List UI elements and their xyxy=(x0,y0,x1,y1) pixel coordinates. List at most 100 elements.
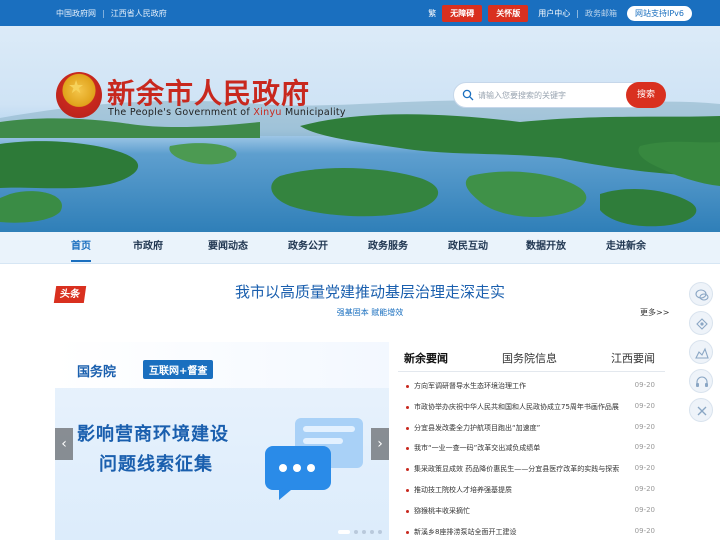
news-title[interactable]: 我市“一业一查一码”改革交出减负成绩单 xyxy=(414,443,626,453)
list-item[interactable]: 市政协举办庆祝中华人民共和国和人民政协成立75周年书画作品展 09-20 xyxy=(404,398,659,419)
nav-open-data[interactable]: 数据开放 xyxy=(518,232,574,264)
elder-mode-button[interactable]: 关怀版 xyxy=(488,4,529,22)
nav-city-gov[interactable]: 市政府 xyxy=(124,232,172,264)
site-subtitle: The People's Government of Xinyu Municip… xyxy=(108,107,346,118)
nav-about-xinyu[interactable]: 走进新余 xyxy=(598,232,654,264)
carousel-indicators xyxy=(338,530,382,534)
search-box[interactable]: 请输入您要搜索的关键字 搜索 xyxy=(453,82,666,108)
search-button[interactable]: 搜索 xyxy=(626,82,666,108)
gov-mail-link[interactable]: 政务邮箱 xyxy=(585,8,617,19)
subtitle-city: Xinyu xyxy=(253,107,282,118)
more-link[interactable]: 更多>> xyxy=(640,307,669,318)
wechat-button[interactable] xyxy=(689,282,713,306)
carousel-dot[interactable] xyxy=(354,530,358,534)
list-item[interactable]: 集采政策显成效 药品降价惠民生——分宜县医疗改革的实践与探索 09-20 xyxy=(404,460,659,481)
tab-xinyu-news[interactable]: 新余要闻 xyxy=(404,350,448,366)
service-button[interactable] xyxy=(689,369,713,393)
search-input[interactable]: 请输入您要搜索的关键字 xyxy=(478,90,566,101)
list-item[interactable]: 我市“一业一查一码”改革交出减负成绩单 09-20 xyxy=(404,439,659,460)
link-gov-cn[interactable]: 中国政府网 xyxy=(56,8,96,19)
news-title[interactable]: 推动技工院校人才培养强基提质 xyxy=(414,485,626,495)
news-title[interactable]: 集采政策显成效 药品降价惠民生——分宜县医疗改革的实践与探索 xyxy=(414,464,626,474)
traditional-chinese-toggle[interactable]: 繁 xyxy=(428,8,436,19)
link-jiangxi-gov[interactable]: 江西省人民政府 xyxy=(111,8,167,19)
list-item[interactable]: 猕猴桃丰收采摘忙 09-20 xyxy=(404,502,659,523)
slide-org: 国务院 xyxy=(77,365,117,380)
carousel-dot[interactable] xyxy=(338,530,350,534)
subtitle-prefix: The People's Government of xyxy=(108,107,254,118)
nav-home[interactable]: 首页 xyxy=(60,232,102,264)
bullet-icon xyxy=(406,509,409,513)
slide-title-line2: 问题线索征集 xyxy=(99,454,213,475)
news-date: 09-20 xyxy=(634,464,655,473)
tab-jiangxi-news[interactable]: 江西要闻 xyxy=(611,350,655,366)
subtitle-suffix: Municipality xyxy=(281,107,346,118)
nav-interaction[interactable]: 政民互动 xyxy=(440,232,496,264)
divider: | xyxy=(102,8,105,18)
bullet-icon xyxy=(406,468,409,472)
news-date: 09-20 xyxy=(634,443,655,452)
site-title[interactable]: 新余市人民政府 xyxy=(107,72,310,112)
landscape-image xyxy=(0,100,720,227)
bullet-icon xyxy=(406,385,409,388)
news-title[interactable]: 分宜县发改委全力护航项目跑出“加速度” xyxy=(414,423,626,433)
top-right-tools: 繁 无障碍 关怀版 用户中心 | 政务邮箱 网站支持IPv6 xyxy=(428,0,692,26)
carousel-dot[interactable] xyxy=(378,530,382,534)
nav-news[interactable]: 要闻动态 xyxy=(200,232,256,264)
headset-icon xyxy=(696,376,708,387)
app-button[interactable] xyxy=(689,340,713,364)
news-date: 09-20 xyxy=(634,484,655,493)
accessibility-button[interactable]: 无障碍 xyxy=(442,4,483,22)
weibo-icon xyxy=(696,318,708,330)
carousel-dot[interactable] xyxy=(370,530,374,534)
bullet-icon xyxy=(406,488,409,492)
news-date: 09-20 xyxy=(634,381,655,389)
app-icon xyxy=(695,347,709,359)
top-links: 中国政府网 | 江西省人民政府 xyxy=(56,0,167,26)
bullet-icon xyxy=(406,447,409,451)
nav-gov-services[interactable]: 政务服务 xyxy=(360,232,416,264)
national-emblem-icon: ★ xyxy=(56,72,102,118)
chat-bubble-icon xyxy=(265,418,363,500)
bullet-icon xyxy=(406,426,409,430)
carousel-dot[interactable] xyxy=(362,530,366,534)
top-bar: 中国政府网 | 江西省人民政府 繁 无障碍 关怀版 用户中心 | 政务邮箱 网站… xyxy=(0,0,720,26)
list-item[interactable]: 分宜县发改委全力护航项目跑出“加速度” 09-20 xyxy=(404,419,659,440)
carousel-prev-button[interactable]: ‹ xyxy=(55,428,73,460)
tab-state-council[interactable]: 国务院信息 xyxy=(502,350,557,366)
news-tabs: 新余要闻 国务院信息 江西要闻 xyxy=(398,342,665,372)
close-icon xyxy=(697,406,707,416)
headline-tag: 头条 xyxy=(53,286,87,303)
news-date: 09-20 xyxy=(634,422,655,431)
slide-tag: 互联网+督查 xyxy=(143,360,214,379)
slide-title-line1: 影响营商环境建设 xyxy=(77,424,229,445)
carousel-slide[interactable]: 国务院 互联网+督查 影响营商环境建设 问题线索征集 xyxy=(55,342,389,540)
news-title[interactable]: 方向军调研督导水生态环境治理工作 xyxy=(414,381,626,391)
user-center-link[interactable]: 用户中心 xyxy=(538,8,570,19)
headline-subtitle[interactable]: 强基固本 赋能增效 xyxy=(100,307,640,318)
list-item[interactable]: 新溪乡8座排涝泵站全面开工建设 09-20 xyxy=(404,523,659,540)
header-banner: ★ 新余市人民政府 The People's Government of Xin… xyxy=(0,26,720,232)
headline-title[interactable]: 我市以高质量党建推动基层治理走深走实 xyxy=(100,281,640,302)
ipv6-badge[interactable]: 网站支持IPv6 xyxy=(626,5,692,21)
news-title[interactable]: 新溪乡8座排涝泵站全面开工建设 xyxy=(414,527,626,537)
wechat-icon xyxy=(695,289,709,301)
list-item[interactable]: 推动技工院校人才培养强基提质 09-20 xyxy=(404,481,659,502)
news-date: 09-20 xyxy=(634,526,655,535)
news-title[interactable]: 市政协举办庆祝中华人民共和国和人民政协成立75周年书画作品展 xyxy=(414,402,626,412)
list-item[interactable]: 方向军调研督导水生态环境治理工作 09-20 xyxy=(404,377,659,398)
carousel-next-button[interactable]: › xyxy=(371,428,389,460)
weibo-button[interactable] xyxy=(689,311,713,335)
news-list: 方向军调研督导水生态环境治理工作 09-20 市政协举办庆祝中华人民共和国和人民政… xyxy=(404,377,659,540)
divider: | xyxy=(576,8,579,18)
news-date: 09-20 xyxy=(634,401,655,410)
close-toolbar-button[interactable] xyxy=(689,398,713,422)
news-panel: 新余要闻 国务院信息 江西要闻 方向军调研督导水生态环境治理工作 09-20 市政… xyxy=(398,342,665,540)
bullet-icon xyxy=(406,405,409,409)
search-icon xyxy=(462,89,474,101)
bullet-icon xyxy=(406,530,409,534)
news-date: 09-20 xyxy=(634,505,655,514)
news-title[interactable]: 猕猴桃丰收采摘忙 xyxy=(414,506,626,516)
nav-gov-affairs[interactable]: 政务公开 xyxy=(280,232,336,264)
main-nav: 首页 市政府 要闻动态 政务公开 政务服务 政民互动 数据开放 走进新余 xyxy=(0,232,720,264)
